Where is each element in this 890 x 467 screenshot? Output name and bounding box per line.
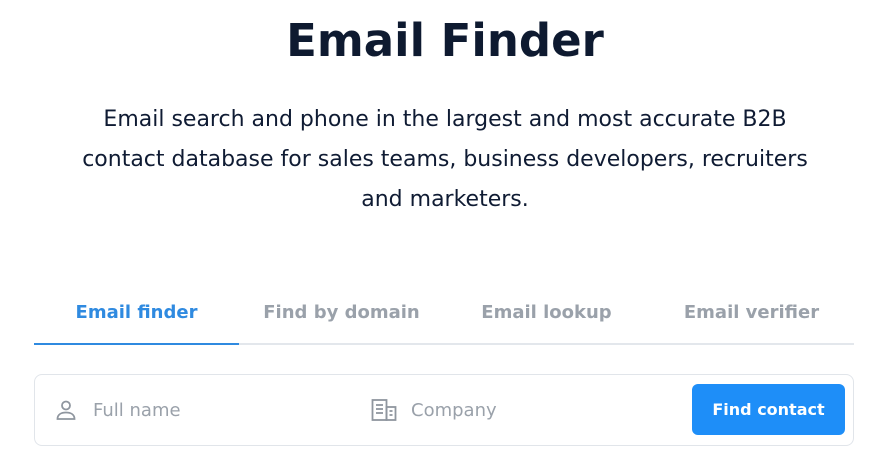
tab-email-verifier[interactable]: Email verifier: [649, 291, 854, 333]
page-title: Email Finder: [286, 14, 604, 67]
full-name-field: [53, 375, 353, 445]
find-contact-button[interactable]: Find contact: [692, 384, 845, 435]
tab-email-lookup[interactable]: Email lookup: [444, 291, 649, 333]
company-input[interactable]: [411, 399, 641, 421]
building-icon: [371, 397, 397, 423]
tab-email-finder[interactable]: Email finder: [34, 291, 239, 345]
company-field: [371, 375, 671, 445]
tab-bar: Email finder Find by domain Email lookup…: [34, 291, 854, 345]
page-subtitle: Email search and phone in the largest an…: [82, 107, 808, 212]
full-name-input[interactable]: [93, 399, 323, 421]
tab-find-by-domain[interactable]: Find by domain: [239, 291, 444, 333]
person-icon: [53, 397, 79, 423]
search-form: Find contact: [34, 374, 854, 446]
